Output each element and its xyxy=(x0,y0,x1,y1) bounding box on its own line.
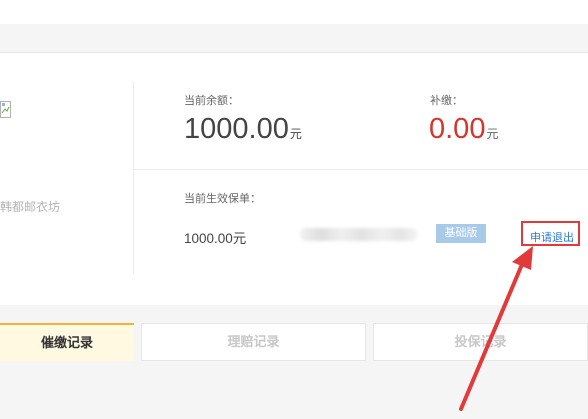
tab-insure-records[interactable]: 投保记录 xyxy=(373,323,588,361)
top-bar xyxy=(0,0,588,24)
balance-value: 1000.00 xyxy=(184,113,289,145)
supplement-value: 0.00 xyxy=(429,113,486,145)
policy-tier-badge: 基础版 xyxy=(436,224,486,243)
redacted-policy-info xyxy=(300,228,418,241)
supplement-amount: 0.00元 xyxy=(429,113,498,150)
balance-unit: 元 xyxy=(289,127,302,141)
tab-claim-records[interactable]: 理赔记录 xyxy=(141,323,366,361)
account-panel xyxy=(0,53,588,305)
tab-reminder-records[interactable]: 催缴记录 xyxy=(0,323,134,361)
annotation-highlight-box xyxy=(521,221,580,246)
header-band xyxy=(0,24,588,53)
vertical-divider xyxy=(133,82,134,274)
supplement-unit: 元 xyxy=(486,127,499,141)
supplement-label: 补缴： xyxy=(430,95,463,107)
broken-image-icon xyxy=(0,101,11,118)
policy-amount: 1000.00元 xyxy=(184,231,247,246)
active-policy-label: 当前生效保单： xyxy=(184,193,261,205)
horizontal-divider xyxy=(134,169,588,170)
balance-label: 当前余额： xyxy=(184,95,239,107)
balance-amount: 1000.00元 xyxy=(184,113,302,150)
shop-name: 韩都邮衣坊 xyxy=(0,200,61,214)
